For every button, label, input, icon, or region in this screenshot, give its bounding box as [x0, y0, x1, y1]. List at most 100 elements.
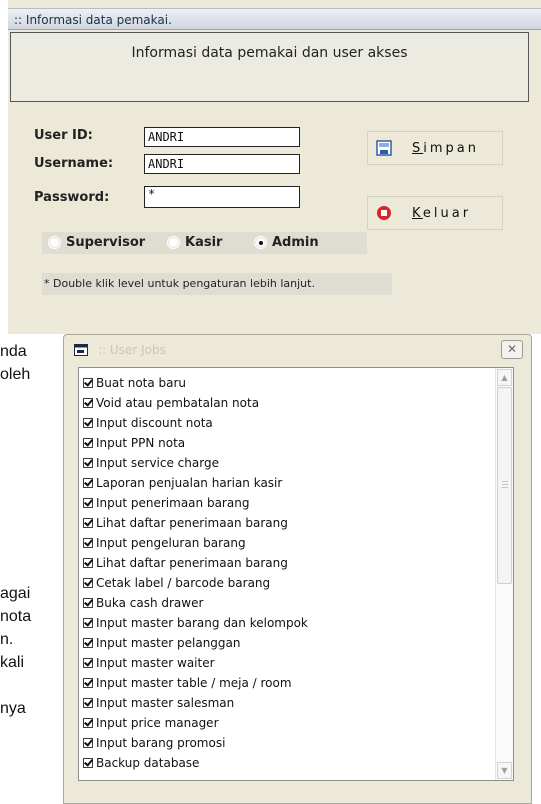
background-text-4: nota: [0, 608, 32, 625]
checkbox-checked-icon[interactable]: [83, 578, 93, 588]
checkbox-checked-icon[interactable]: [83, 378, 93, 388]
keluar-button[interactable]: Keluar: [367, 196, 503, 230]
username-label: Username:: [34, 156, 114, 171]
info-text: Informasi data pemakai dan user akses: [131, 45, 408, 61]
level-admin-label: Admin: [272, 235, 319, 250]
job-item[interactable]: Input master salesman: [83, 693, 234, 713]
scroll-thumb[interactable]: [497, 387, 512, 584]
background-text-3: agai: [0, 585, 31, 602]
background-text-5: n.: [0, 631, 14, 648]
job-item-label: Input master barang dan kelompok: [96, 616, 308, 630]
checkbox-checked-icon[interactable]: [83, 698, 93, 708]
job-item[interactable]: Laporan penjualan harian kasir: [83, 473, 282, 493]
job-item[interactable]: Input master barang dan kelompok: [83, 613, 308, 633]
job-item-label: Input service charge: [96, 456, 219, 470]
close-button[interactable]: ✕: [501, 340, 523, 359]
scroll-down-arrow-icon[interactable]: ▼: [497, 762, 512, 779]
checkbox-checked-icon[interactable]: [83, 538, 93, 548]
job-item[interactable]: Buat nota baru: [83, 373, 186, 393]
checkbox-checked-icon[interactable]: [83, 518, 93, 528]
job-item[interactable]: Input discount nota: [83, 413, 213, 433]
job-item[interactable]: Input master waiter: [83, 653, 215, 673]
jobs-title-bar: :: User Jobs: [64, 335, 531, 365]
job-item-label: Input discount nota: [96, 416, 213, 430]
checkbox-checked-icon[interactable]: [83, 758, 93, 768]
job-item-label: Input penerimaan barang: [96, 496, 250, 510]
checkbox-checked-icon[interactable]: [83, 618, 93, 628]
checkbox-checked-icon[interactable]: [83, 558, 93, 568]
job-item[interactable]: Input penerimaan barang: [83, 493, 249, 513]
job-item-label: Buka cash drawer: [96, 596, 204, 610]
job-item[interactable]: Buka cash drawer: [83, 593, 203, 613]
checkbox-checked-icon[interactable]: [83, 678, 93, 688]
user-jobs-window: :: User Jobs ✕ Buat nota baru Void atau …: [63, 334, 532, 804]
background-text-7: nya: [0, 700, 26, 717]
simpan-label: Simpan: [412, 140, 479, 156]
job-item-label: Lihat daftar penerimaan barang: [96, 556, 288, 570]
job-item[interactable]: Input PPN nota: [83, 433, 185, 453]
background-text-1: nda: [0, 343, 27, 360]
checkbox-checked-icon[interactable]: [83, 478, 93, 488]
job-item[interactable]: Backup database: [83, 753, 199, 773]
exit-icon: [376, 205, 392, 221]
job-item-label: Input pengeluran barang: [96, 536, 246, 550]
radio-dot-supervisor: [48, 236, 61, 249]
job-item-label: Input PPN nota: [96, 436, 186, 450]
job-item[interactable]: Input master pelanggan: [83, 633, 241, 653]
checkbox-checked-icon[interactable]: [83, 738, 93, 748]
level-kasir-radio[interactable]: Kasir: [167, 235, 222, 250]
username-field[interactable]: ANDRI: [144, 154, 300, 174]
checkbox-checked-icon[interactable]: [83, 718, 93, 728]
job-item-label: Input master pelanggan: [96, 636, 241, 650]
job-item-label: Input master table / meja / room: [96, 676, 292, 690]
radio-dot-kasir: [167, 236, 180, 249]
grip-icon: [502, 481, 508, 488]
window-title: :: Informasi data pemakai.: [8, 8, 541, 30]
checkbox-checked-icon[interactable]: [83, 438, 93, 448]
checkbox-checked-icon[interactable]: [83, 418, 93, 428]
job-item-label: Input barang promosi: [96, 736, 226, 750]
password-field[interactable]: *: [144, 186, 300, 208]
background-text-6: kali: [0, 654, 25, 671]
checkbox-checked-icon[interactable]: [83, 498, 93, 508]
job-item-label: Backup database: [96, 756, 200, 770]
user-id-field[interactable]: ANDRI: [144, 127, 300, 147]
job-item[interactable]: Input barang promosi: [83, 733, 225, 753]
checkbox-checked-icon[interactable]: [83, 398, 93, 408]
level-admin-radio[interactable]: Admin: [254, 235, 319, 250]
user-id-label: User ID:: [34, 128, 93, 143]
level-hint-note: * Double klik level untuk pengaturan leb…: [42, 273, 392, 295]
level-selector: Supervisor Kasir Admin: [42, 232, 367, 254]
job-item[interactable]: Input price manager: [83, 713, 219, 733]
close-icon: ✕: [506, 342, 518, 356]
password-label: Password:: [34, 190, 110, 205]
level-supervisor-label: Supervisor: [66, 235, 146, 250]
user-info-window: :: Informasi data pemakai. Informasi dat…: [8, 0, 541, 334]
scroll-up-arrow-icon[interactable]: ▲: [497, 369, 512, 386]
job-item[interactable]: Lihat daftar penerimaan barang: [83, 513, 288, 533]
checkbox-checked-icon[interactable]: [83, 458, 93, 468]
job-item-label: Void atau pembatalan nota: [96, 396, 260, 410]
checkbox-checked-icon[interactable]: [83, 598, 93, 608]
job-item[interactable]: Cetak label / barcode barang: [83, 573, 270, 593]
jobs-window-title: :: User Jobs: [98, 343, 166, 357]
job-item-label: Input master salesman: [96, 696, 235, 710]
job-item[interactable]: Input master table / meja / room: [83, 673, 292, 693]
job-item-label: Input price manager: [96, 716, 219, 730]
vertical-scrollbar[interactable]: ▲ ▼: [495, 368, 513, 780]
job-item[interactable]: Input pengeluran barang: [83, 533, 246, 553]
save-icon: [376, 140, 392, 156]
background-text-2: oleh: [0, 366, 31, 383]
app-window-icon: [74, 344, 88, 356]
simpan-button[interactable]: Simpan: [367, 131, 503, 165]
jobs-checklist[interactable]: Buat nota baru Void atau pembatalan nota…: [78, 367, 514, 781]
job-item[interactable]: Void atau pembatalan nota: [83, 393, 259, 413]
checkbox-checked-icon[interactable]: [83, 638, 93, 648]
level-supervisor-radio[interactable]: Supervisor: [48, 235, 145, 250]
job-item-label: Lihat daftar penerimaan barang: [96, 516, 288, 530]
radio-dot-admin: [254, 236, 267, 249]
job-item[interactable]: Input service charge: [83, 453, 219, 473]
level-kasir-label: Kasir: [185, 235, 223, 250]
job-item[interactable]: Lihat daftar penerimaan barang: [83, 553, 288, 573]
checkbox-checked-icon[interactable]: [83, 658, 93, 668]
